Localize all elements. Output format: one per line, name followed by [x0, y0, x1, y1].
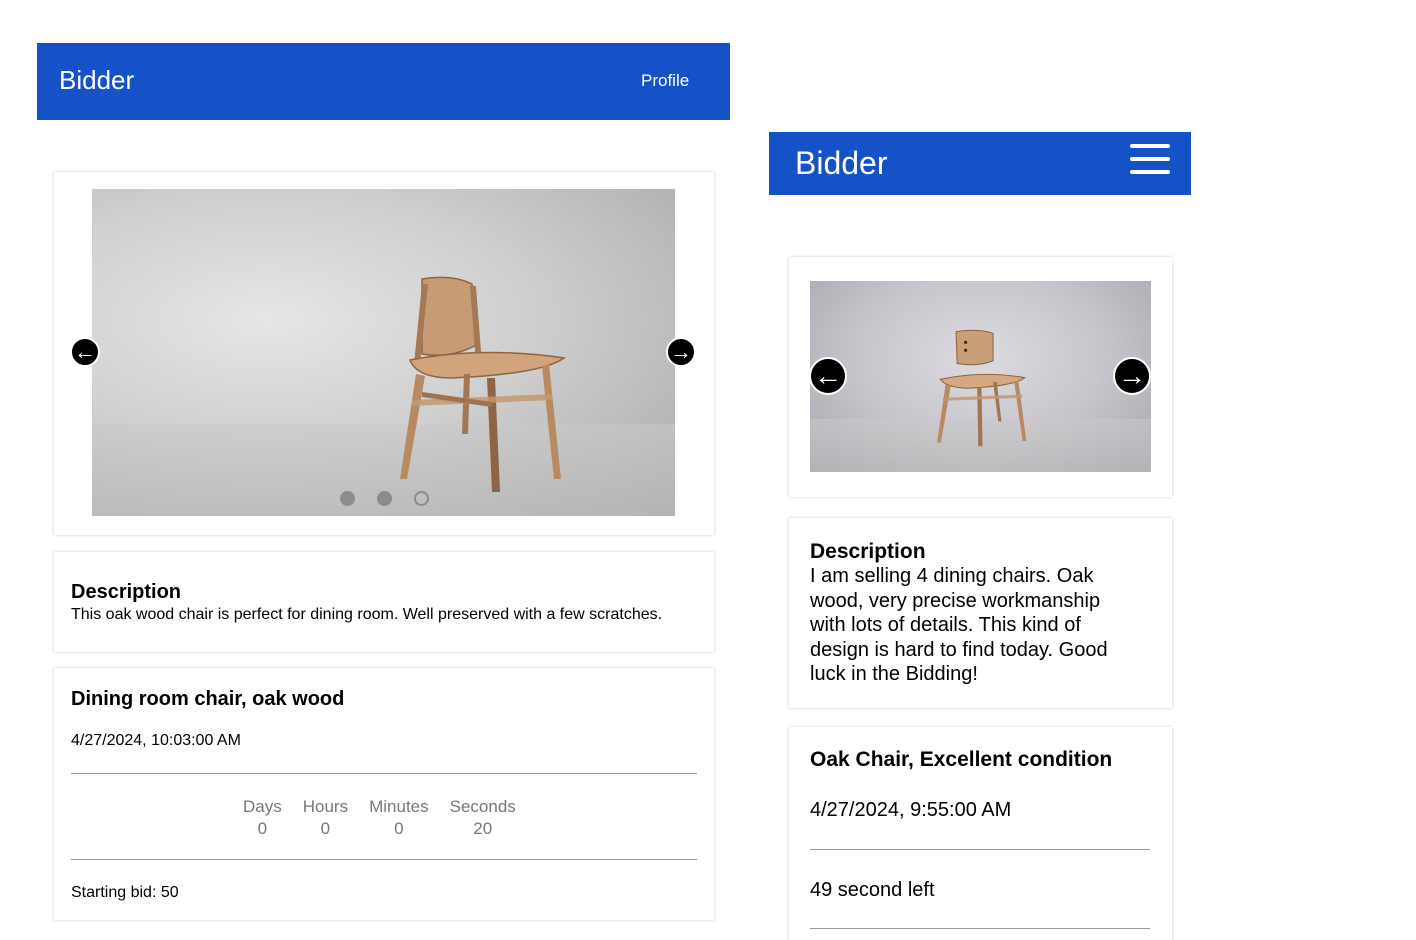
- profile-link[interactable]: Profile: [641, 71, 689, 91]
- carousel-prev-button[interactable]: ←: [809, 357, 847, 395]
- carousel-next-button[interactable]: →: [666, 337, 696, 367]
- divider: [810, 928, 1150, 929]
- carousel-next-button[interactable]: →: [1113, 357, 1151, 395]
- carousel-indicators: [340, 491, 429, 506]
- countdown-hours: Hours 0: [303, 797, 348, 839]
- carousel-dot-1[interactable]: [340, 491, 355, 506]
- countdown-minutes: Minutes 0: [369, 797, 429, 839]
- divider: [810, 849, 1150, 850]
- item-title: Dining room chair, oak wood: [71, 688, 345, 710]
- auction-end-date: 4/27/2024, 9:55:00 AM: [810, 799, 1012, 821]
- auction-info-card: Dining room chair, oak wood 4/27/2024, 1…: [54, 668, 714, 920]
- countdown-days: Days 0: [243, 797, 282, 839]
- image-carousel-card: ← →: [789, 257, 1172, 497]
- countdown-timer: Days 0 Hours 0 Minutes 0 Seconds 20: [243, 797, 516, 839]
- divider: [71, 773, 697, 774]
- countdown-value: 0: [257, 819, 268, 838]
- description-text: I am selling 4 dining chairs. Oak wood, …: [810, 565, 1108, 686]
- desktop-header: Bidder Profile: [37, 43, 730, 120]
- arrow-left-icon: ←: [814, 360, 842, 391]
- description-heading: Description: [71, 581, 182, 603]
- countdown-label: Seconds: [449, 797, 516, 816]
- screenshot-stage: Bidder Profile ← → Description This oak …: [0, 0, 1416, 940]
- countdown-value: 20: [473, 819, 493, 838]
- time-left: 49 second left: [810, 879, 935, 901]
- description-card: Description This oak wood chair is perfe…: [54, 552, 714, 652]
- countdown-label: Days: [243, 797, 282, 816]
- product-photo: [810, 281, 1151, 472]
- starting-bid: Starting bid: 50: [71, 884, 179, 901]
- countdown-seconds: Seconds 20: [450, 797, 516, 839]
- carousel-prev-button[interactable]: ←: [70, 337, 100, 367]
- description-text: This oak wood chair is perfect for dinin…: [71, 606, 663, 623]
- arrow-left-icon: ←: [74, 339, 96, 364]
- carousel-dot-3-active[interactable]: [414, 491, 429, 506]
- description-heading: Description: [810, 540, 926, 563]
- countdown-label: Hours: [302, 797, 349, 816]
- auction-end-date: 4/27/2024, 10:03:00 AM: [71, 732, 241, 749]
- description-card: Description I am selling 4 dining chairs…: [789, 518, 1172, 708]
- divider: [71, 859, 697, 860]
- chair-image: [400, 276, 566, 492]
- countdown-label: Minutes: [369, 797, 429, 816]
- brand-title[interactable]: Bidder: [59, 65, 134, 96]
- mobile-header: Bidder: [769, 132, 1191, 195]
- arrow-right-icon: →: [1118, 360, 1146, 391]
- image-carousel-card: ← →: [54, 172, 714, 535]
- countdown-value: 0: [320, 819, 331, 838]
- carousel-dot-2[interactable]: [377, 491, 392, 506]
- hamburger-menu-icon[interactable]: [1130, 144, 1170, 176]
- arrow-right-icon: →: [670, 339, 692, 364]
- auction-info-card: Oak Chair, Excellent condition 4/27/2024…: [789, 727, 1172, 940]
- countdown-value: 0: [394, 819, 404, 838]
- chair-image: [937, 329, 1027, 447]
- brand-title[interactable]: Bidder: [795, 145, 888, 182]
- item-title: Oak Chair, Excellent condition: [810, 748, 1113, 771]
- product-photo: [92, 189, 675, 516]
